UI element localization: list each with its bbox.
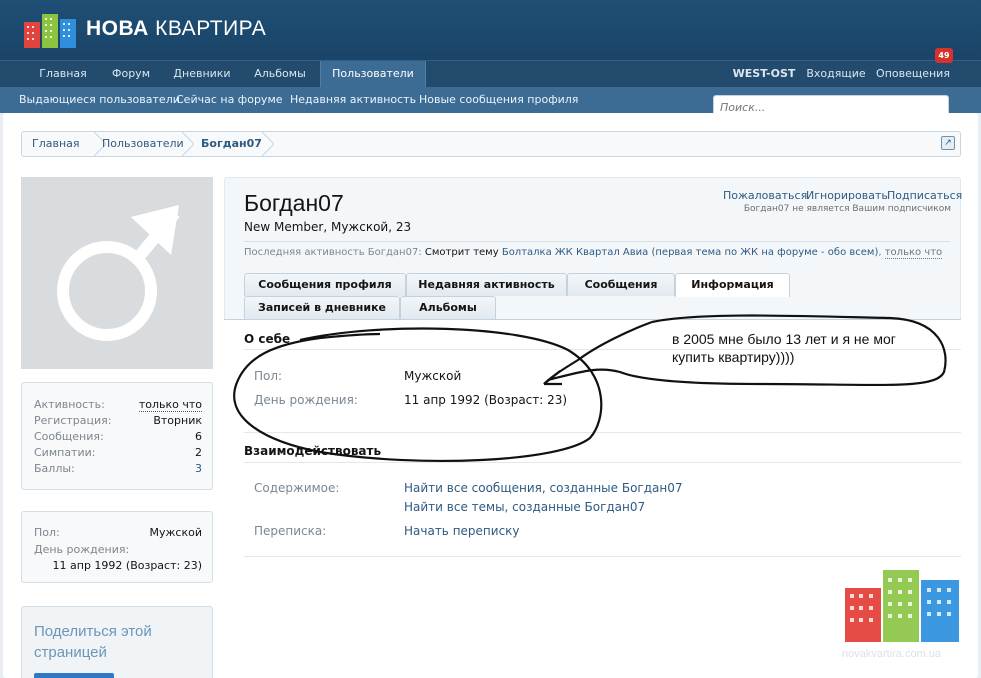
stat-messages: Сообщения: 6 [34, 430, 202, 443]
about-birthday: 11 апр 1992 (Возраст: 23) [404, 393, 568, 407]
section-divider [244, 462, 961, 463]
nav-tab-diaries[interactable]: Дневники [166, 61, 238, 88]
about-gender: Мужской [404, 369, 462, 383]
follow-status: Богдан07 не является Вашим подписчиком [743, 204, 951, 214]
nav-tab-home[interactable]: Главная [30, 61, 96, 88]
about-gender-label: Пол: [254, 369, 283, 383]
stat-points: Баллы: 3 [34, 462, 202, 475]
stat-activity-value[interactable]: только что [138, 398, 202, 412]
interact-convo-label: Переписка: [254, 524, 327, 538]
subnav-online-now[interactable]: Сейчас на форуме [176, 87, 283, 113]
section-divider [244, 432, 961, 433]
subnav-recent-activity[interactable]: Недавняя активность [290, 87, 416, 113]
member-stats-box: Активность: только что Регистрация: Вторни… [21, 382, 213, 490]
nav-tab-forum[interactable]: Форум [102, 61, 160, 88]
share-box: Поделиться этой страницей [21, 606, 213, 678]
breadcrumb-home[interactable]: Главная [32, 132, 80, 156]
info-birthday-label: День рождения: [34, 543, 130, 556]
tab-divider [224, 319, 961, 320]
about-title: О себе [244, 332, 291, 346]
start-conversation-link[interactable]: Начать переписку [404, 524, 520, 538]
watermark-text: novakvartira.com.ua [842, 648, 942, 660]
profile-username: Богдан07 [244, 190, 344, 216]
interact-content-label: Содержимое: [254, 481, 340, 495]
follow-link[interactable]: Подписаться [887, 189, 962, 202]
report-link[interactable]: Пожаловаться [723, 189, 807, 202]
main-nav: Главная Форум Дневники Альбомы Пользоват… [0, 60, 981, 88]
breadcrumb-separator-icon [182, 132, 194, 156]
share-title: Поделиться этой страницей [34, 623, 152, 661]
tab-postings[interactable]: Сообщения [567, 273, 675, 296]
avatar[interactable] [21, 177, 213, 369]
member-info-box: Пол: Мужской День рождения: 11 апр 1992 (… [21, 511, 213, 583]
info-gender: Пол: Мужской [34, 526, 202, 539]
find-threads-link[interactable]: Найти все темы, созданные Богдан07 [404, 500, 645, 514]
watermark-logo-icon [845, 570, 959, 642]
logo-icon[interactable] [24, 12, 76, 48]
last-activity: Последняя активность Богдан07: Смотрит т… [244, 241, 950, 259]
share-button[interactable] [34, 673, 114, 678]
nav-tab-albums[interactable]: Альбомы [244, 61, 316, 88]
annotation-note: в 2005 мне было 13 лет и я не мог купить… [672, 331, 896, 365]
stat-activity: Активность: только что [34, 398, 202, 412]
stat-likes: Симпатии: 2 [34, 446, 202, 459]
nav-inbox[interactable]: Входящие [804, 61, 868, 88]
alerts-count-badge[interactable]: 49 [935, 48, 953, 63]
tab-recent-activity[interactable]: Недавняя активность [406, 273, 567, 296]
find-posts-link[interactable]: Найти все сообщения, созданные Богдан07 [404, 481, 682, 495]
subnav-notable-members[interactable]: Выдающиеся пользователи [19, 87, 180, 113]
activity-topic-link[interactable]: Болталка ЖК Квартал Авиа (первая тема по… [502, 247, 879, 258]
tab-profile-posts[interactable]: Сообщения профиля [244, 273, 406, 296]
about-birthday-label: День рождения: [254, 393, 358, 407]
ignore-link[interactable]: Игнорировать [806, 189, 888, 202]
site-name[interactable]: НОВА КВАРТИРА [86, 17, 266, 41]
tab-information[interactable]: Информация [675, 273, 790, 297]
nav-alerts[interactable]: Оповещения [872, 61, 954, 88]
stat-points-value[interactable]: 3 [195, 462, 202, 475]
info-birthday: 11 апр 1992 (Возраст: 23) [52, 559, 202, 572]
activity-time: только что [884, 247, 943, 259]
nav-tab-members[interactable]: Пользователи [320, 61, 426, 88]
breadcrumb-separator-icon [262, 132, 274, 156]
profile-usertitle: New Member, Мужской, 23 [244, 220, 412, 234]
breadcrumb: Главная Пользователи Богдан07 [21, 131, 961, 157]
stat-registered: Регистрация: Вторник [34, 414, 202, 427]
external-link-icon[interactable]: ↗ [941, 136, 955, 150]
nav-user-menu[interactable]: WEST-OST [726, 61, 802, 88]
tab-albums[interactable]: Альбомы [400, 296, 496, 319]
section-divider [244, 556, 961, 557]
tab-diary-entries[interactable]: Записей в дневнике [244, 296, 400, 319]
breadcrumb-current[interactable]: Богдан07 [201, 132, 262, 156]
site-header: НОВА КВАРТИРА [0, 0, 981, 60]
male-symbol-icon [57, 205, 180, 341]
subnav-new-profile-posts[interactable]: Новые сообщения профиля [419, 87, 578, 113]
breadcrumb-members[interactable]: Пользователи [102, 132, 184, 156]
interact-title: Взаимодействовать [244, 444, 382, 458]
